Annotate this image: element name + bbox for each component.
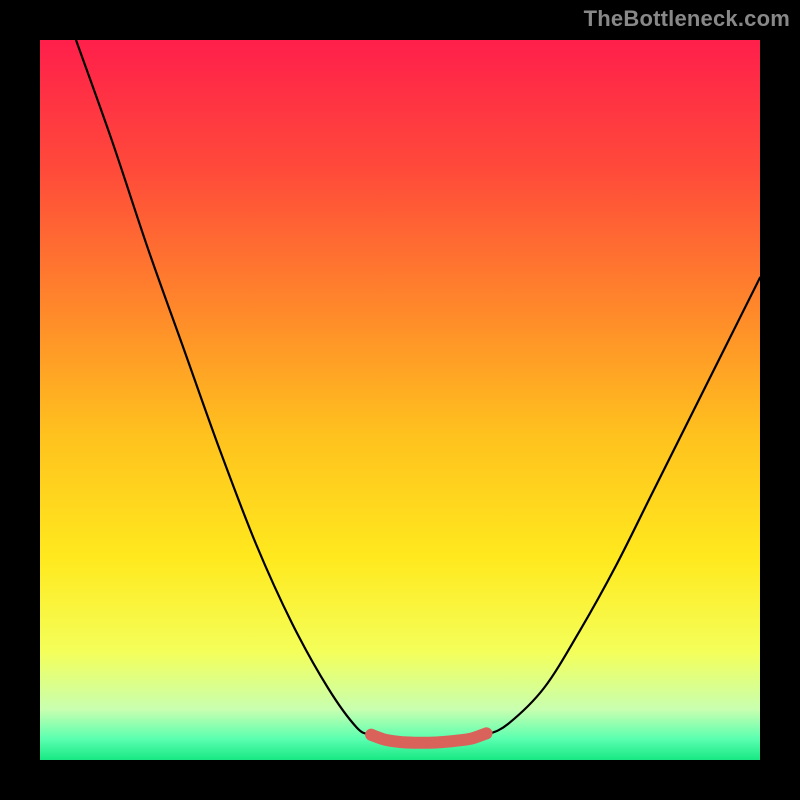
chart-svg [40,40,760,760]
watermark-text: TheBottleneck.com [584,6,790,32]
gradient-background [40,40,760,760]
plot-area [40,40,760,760]
band-end-cap [480,727,492,739]
chart-frame: TheBottleneck.com [0,0,800,800]
band-start-cap [365,729,377,741]
